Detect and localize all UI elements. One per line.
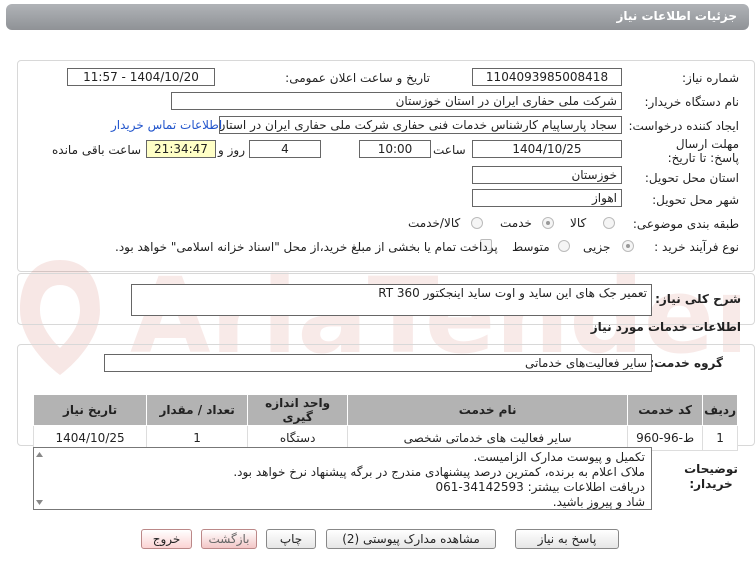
days-label: روز و [218, 143, 245, 157]
category-goods-label: کالا [570, 216, 587, 230]
col-row: ردیف [702, 394, 738, 426]
services-table: ردیف کد خدمت نام خدمت واحد اندازه گیری ت… [32, 394, 738, 451]
print-button[interactable]: چاپ [266, 529, 316, 549]
title-pill: جزئیات اطلاعات نیاز [6, 4, 749, 30]
category-radio-service[interactable] [542, 217, 554, 229]
city-label: شهر محل تحویل: [652, 193, 739, 207]
scroll-down-icon[interactable] [36, 500, 43, 505]
time-label: ساعت [433, 143, 466, 157]
col-qty: تعداد / مقدار [146, 394, 249, 426]
notes-line: دریافت اطلاعات بیشتر: 34142593-061 [435, 480, 645, 494]
category-goods-service-label: کالا/خدمت [408, 216, 461, 230]
process-radio-minor[interactable] [622, 240, 634, 252]
process-label: نوع فرآیند خرید : [654, 240, 739, 254]
city-field: اهواز [472, 189, 622, 207]
deadline-date-field: 1404/10/25 [472, 140, 622, 158]
buyer-field: شرکت ملی حفاری ایران در استان خوزستان [171, 92, 622, 110]
exit-button[interactable]: خروج [141, 529, 192, 549]
cell-row: 1 [702, 425, 738, 451]
service-group-field: سایر فعالیت‌های خدماتی [104, 354, 652, 372]
service-group-label: گروه خدمت: [649, 356, 723, 370]
province-label: استان محل تحویل: [644, 171, 739, 185]
title-bar: جزئیات اطلاعات نیاز [0, 0, 755, 34]
notes-line: شاد و پیروز باشید. [552, 495, 645, 509]
remaining-label: ساعت باقی مانده [52, 143, 142, 157]
buyer-label: نام دستگاه خریدار: [644, 95, 740, 109]
notes-line: ملاک اعلام به برنده، کمترین درصد پیشنهاد… [233, 465, 645, 479]
scroll-up-icon[interactable] [36, 452, 43, 457]
description-field: تعمیر جک های این ساید و اوت ساید اینجکتو… [131, 284, 652, 316]
contact-buyer-link[interactable]: اطلاعات تماس خریدار [111, 118, 222, 132]
process-radio-medium[interactable] [558, 240, 570, 252]
notes-line: تکمیل و پیوست مدارک الزامیست. [473, 450, 645, 464]
deadline-label: مهلت ارسال پاسخ: تا تاریخ: [649, 137, 739, 165]
category-service-label: خدمت [500, 216, 532, 230]
back-button[interactable]: بازگشت [201, 529, 257, 549]
deadline-time-field: 10:00 [359, 140, 431, 158]
col-name: نام خدمت [347, 394, 629, 426]
page-title: جزئیات اطلاعات نیاز [616, 9, 737, 23]
notes-scrollbar[interactable] [34, 448, 45, 509]
payment-note: پرداخت تمام یا بخشی از مبلغ خرید،از محل … [115, 240, 498, 254]
creator-field: سجاد پارساپیام کارشناس خدمات فنی حفاری ش… [219, 116, 622, 134]
province-field: خوزستان [472, 166, 622, 184]
need-number-field: 1104093985008418 [472, 68, 622, 86]
need-number-label: شماره نیاز: [682, 71, 739, 85]
services-title: اطلاعات خدمات مورد نیاز [590, 320, 741, 334]
announce-label: تاریخ و ساعت اعلان عمومی: [285, 71, 430, 85]
reply-button[interactable]: پاسخ به نیاز [515, 529, 619, 549]
col-code: کد خدمت [627, 394, 704, 426]
process-minor-label: جزیی [583, 240, 611, 254]
announce-field: 1404/10/20 - 11:57 [67, 68, 215, 86]
description-label: شرح کلی نیاز: [655, 292, 741, 306]
creator-label: ایجاد کننده درخواست: [628, 119, 739, 133]
col-date: تاریخ نیاز [32, 394, 148, 426]
notes-label-text: توضیحات خریدار: [684, 462, 738, 491]
notes-textarea[interactable]: تکمیل و پیوست مدارک الزامیست. ملاک اعلام… [33, 447, 652, 510]
days-field: 4 [249, 140, 321, 158]
category-radio-goods[interactable] [603, 217, 615, 229]
category-radio-goods-service[interactable] [471, 217, 483, 229]
deadline-label-text: مهلت ارسال پاسخ: تا تاریخ: [667, 137, 739, 165]
remaining-time-field: 21:34:47 [146, 140, 216, 158]
notes-label: توضیحات خریدار: [681, 462, 741, 492]
attachments-button[interactable]: مشاهده مدارک پیوستی (2) [326, 529, 496, 549]
table-header-row: ردیف کد خدمت نام خدمت واحد اندازه گیری ت… [32, 394, 738, 426]
category-label: طبقه بندی موضوعی: [632, 217, 739, 231]
col-unit: واحد اندازه گیری [247, 394, 349, 426]
process-medium-label: متوسط [512, 240, 550, 254]
